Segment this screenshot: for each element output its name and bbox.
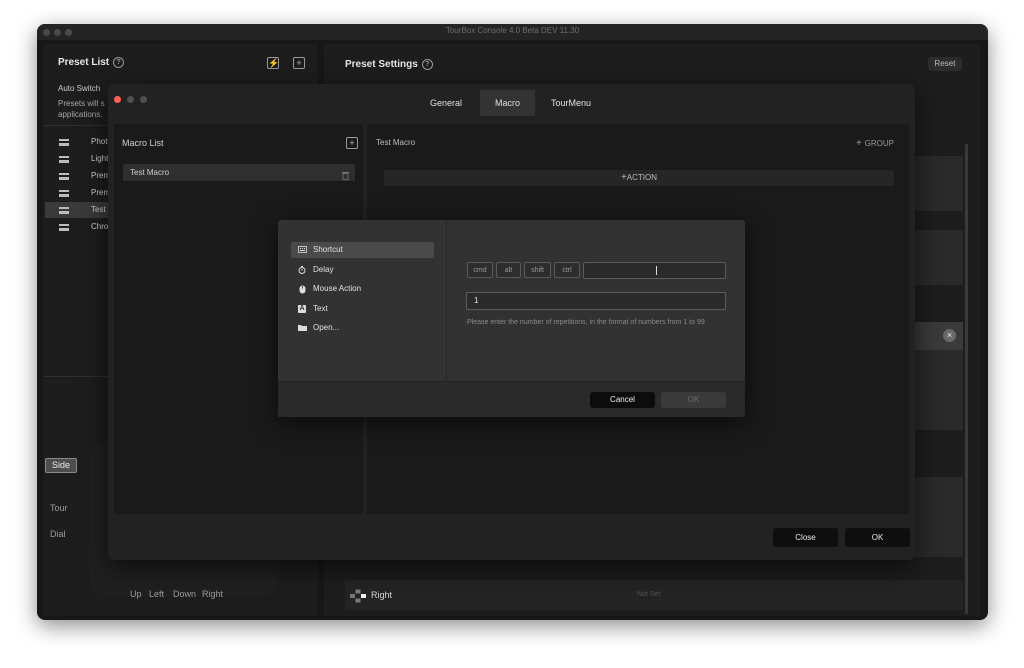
preset-settings-title: Preset Settings [345, 59, 418, 70]
timer-icon [298, 266, 306, 274]
drag-handle-icon[interactable] [59, 207, 69, 214]
left-button-label[interactable]: Left [149, 589, 164, 599]
window-title: TourBox Console 4.0 Beta DEV 11.30 [445, 26, 580, 35]
setting-block [914, 477, 963, 557]
preset-list-header: Preset List? [58, 57, 125, 68]
title-bar: TourBox Console 4.0 Beta DEV 11.30 [37, 24, 988, 40]
question-circle-icon[interactable]: ? [421, 59, 433, 70]
minimize-dialog-button[interactable] [127, 96, 134, 103]
macro-list-title: Macro List [122, 138, 164, 148]
add-group-button[interactable]: + GROUP [856, 138, 894, 149]
divider [446, 220, 447, 382]
macro-list-item[interactable]: Test Macro [123, 164, 355, 181]
folder-icon [298, 324, 307, 332]
drag-handle-icon[interactable] [59, 156, 69, 163]
action-type-label: Text [313, 304, 328, 313]
right-row-label: Right [371, 590, 393, 600]
close-dialog-button[interactable] [114, 96, 121, 103]
repetitions-input[interactable]: 1 [466, 292, 726, 310]
shortcut-key-input[interactable] [583, 262, 726, 279]
clear-icon[interactable]: × [943, 329, 956, 342]
down-button-label[interactable]: Down [173, 589, 196, 599]
right-button-label[interactable]: Right [202, 589, 223, 599]
add-action-dialog: Shortcut Delay Mouse Action A Text Open.… [278, 220, 745, 417]
drag-handle-icon[interactable] [59, 190, 69, 197]
action-type-label: Open... [313, 323, 340, 332]
preset-label: Test [91, 205, 106, 214]
setting-block [914, 230, 963, 285]
plus-icon: + [856, 138, 865, 149]
scrollbar[interactable] [965, 144, 968, 614]
reset-button[interactable]: Reset [928, 57, 962, 71]
ok-button-disabled[interactable]: OK [661, 392, 726, 408]
shift-modifier-key[interactable]: shift [524, 262, 551, 278]
action-type-label: Shortcut [313, 245, 343, 254]
question-circle-icon[interactable]: ? [113, 57, 125, 68]
drag-handle-icon[interactable] [59, 139, 69, 146]
drag-handle-icon[interactable] [59, 173, 69, 180]
keyboard-icon [298, 246, 307, 254]
action-type-shortcut[interactable]: Shortcut [291, 242, 434, 258]
tab-general[interactable]: General [421, 90, 471, 116]
action-type-label: Delay [313, 265, 334, 274]
action-type-label: Mouse Action [313, 284, 362, 293]
preset-settings-header: Preset Settings? [345, 59, 433, 70]
tour-button-label[interactable]: Tour [50, 503, 68, 513]
text-cursor [656, 266, 657, 275]
setting-block [914, 156, 963, 211]
tab-tourmenu[interactable]: TourMenu [544, 90, 598, 116]
auto-switch-desc-1: Presets will s [58, 99, 105, 108]
zoom-dialog-button[interactable] [140, 96, 147, 103]
drag-handle-icon[interactable] [59, 224, 69, 231]
macro-item-label: Test Macro [130, 168, 170, 177]
auto-switch-desc-2: applications. [58, 110, 103, 119]
side-button-label[interactable]: Side [45, 458, 77, 473]
macro-name: Test Macro [376, 138, 416, 147]
add-action-label: ACTION [626, 173, 658, 182]
import-preset-icon[interactable]: ⚡ [267, 57, 279, 69]
action-type-mouse[interactable]: Mouse Action [291, 281, 434, 297]
trash-icon[interactable] [342, 167, 349, 180]
preset-list-title: Preset List [58, 57, 110, 68]
add-group-label: GROUP [864, 139, 894, 148]
setting-block [914, 350, 963, 430]
add-preset-icon[interactable]: + [293, 57, 305, 69]
add-action-button[interactable]: +ACTION [384, 170, 894, 186]
ok-button[interactable]: OK [845, 528, 910, 547]
tab-macro[interactable]: Macro [480, 90, 535, 116]
right-button-row[interactable]: Right Not Set [345, 580, 963, 610]
close-button[interactable]: Close [773, 528, 838, 547]
add-macro-icon[interactable]: + [346, 137, 358, 149]
right-row-value: Not Set [637, 591, 661, 598]
cmd-modifier-key[interactable]: cmd [467, 262, 493, 278]
cancel-button[interactable]: Cancel [590, 392, 655, 408]
ctrl-modifier-key[interactable]: ctrl [554, 262, 580, 278]
action-type-delay[interactable]: Delay [291, 262, 434, 278]
dpad-icon [349, 589, 367, 603]
alt-modifier-key[interactable]: alt [496, 262, 521, 278]
auto-switch-label: Auto Switch [58, 84, 101, 93]
action-type-open[interactable]: Open... [291, 320, 434, 336]
chevron-double-down-icon[interactable]: ⌄ [644, 616, 652, 620]
action-type-text[interactable]: A Text [291, 301, 434, 317]
dial-label[interactable]: Dial [50, 529, 66, 539]
setting-row-highlight: × [914, 322, 963, 350]
mouse-icon [298, 285, 306, 294]
up-button-label[interactable]: Up [130, 589, 142, 599]
text-a-icon: A [298, 305, 306, 313]
repetitions-hint: Please enter the number of repetitions, … [467, 319, 705, 326]
shortcut-key-value [584, 269, 588, 278]
